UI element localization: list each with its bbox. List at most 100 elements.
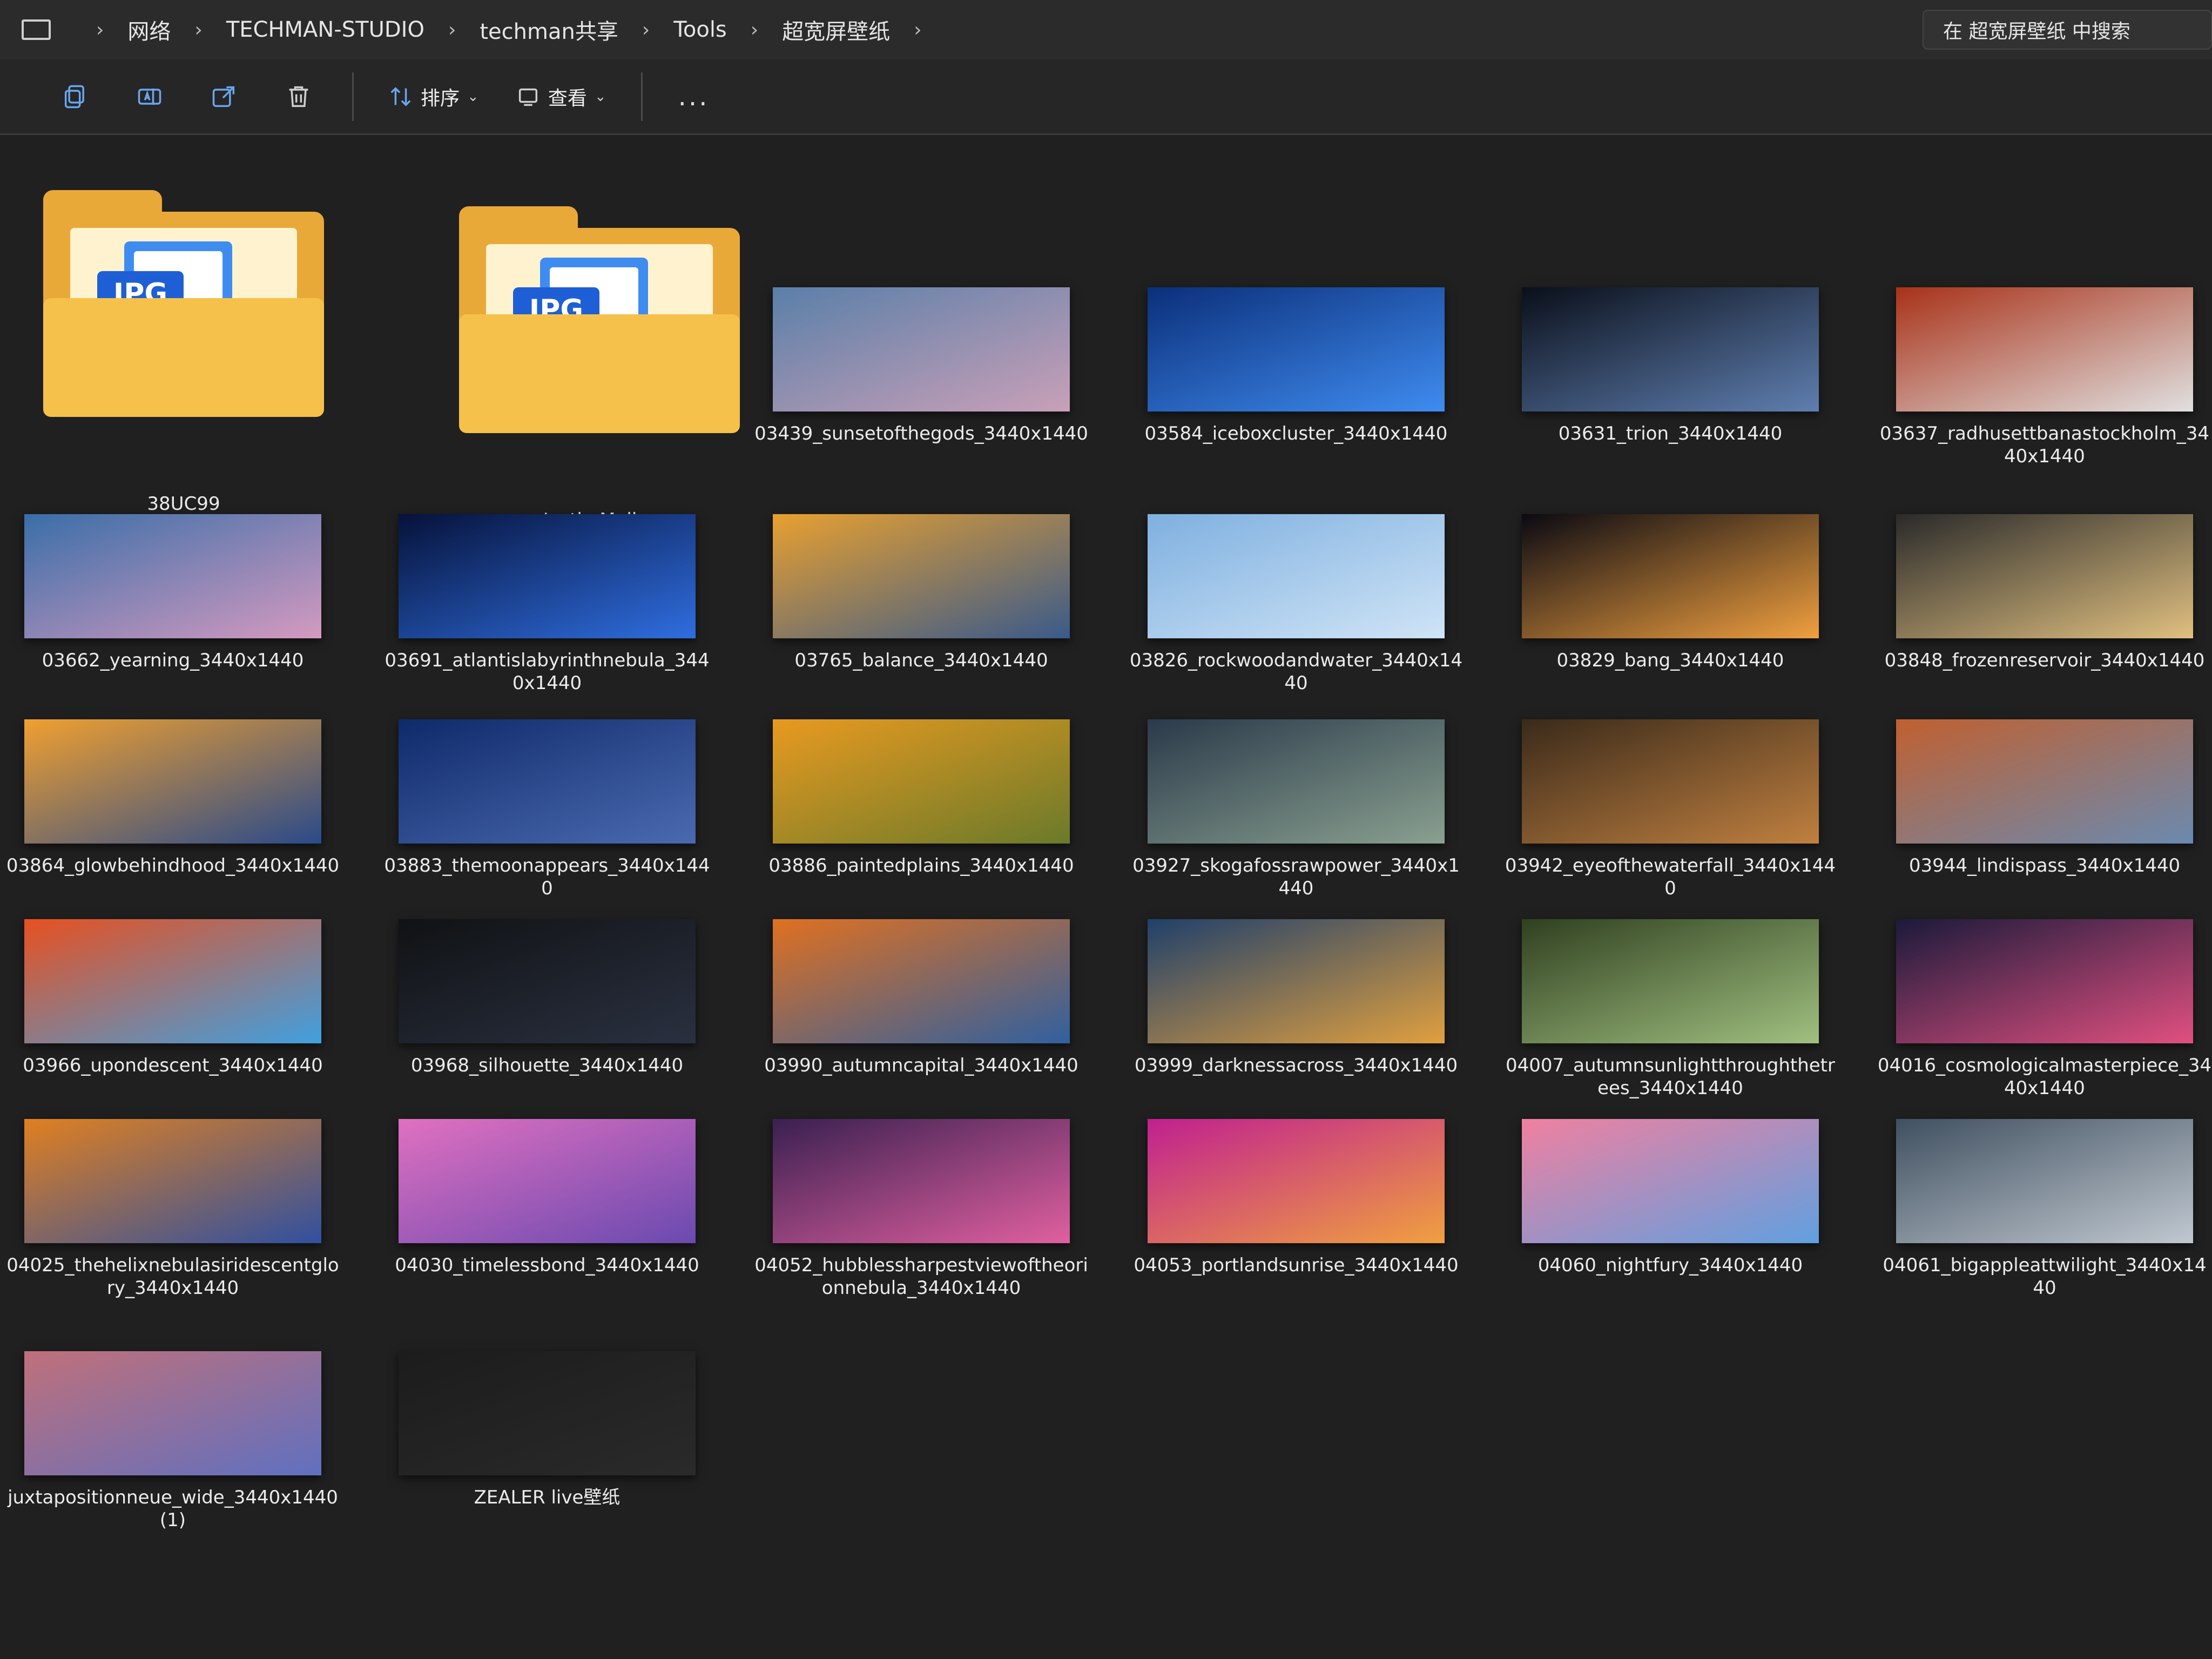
file-name: 03968_silhouette_3440x1440	[410, 1055, 684, 1076]
file-item[interactable]: 03631_trion_3440x1440	[1503, 287, 1838, 493]
file-item[interactable]: 03864_glowbehindhood_3440x1440	[5, 719, 340, 925]
file-name: 04061_bigappleattwilight_3440x1440	[1883, 1255, 2207, 1299]
file-item[interactable]: 04007_autumnsunlightthroughthetrees_3440…	[1503, 919, 1838, 1124]
file-thumbnail	[399, 919, 696, 1043]
file-name: 04030_timelessbond_3440x1440	[395, 1255, 699, 1276]
file-name: 04053_portlandsunrise_3440x1440	[1134, 1255, 1459, 1276]
search-input[interactable]: 在 超宽屏壁纸 中搜索	[1923, 10, 2212, 50]
breadcrumb-server[interactable]: TECHMAN-STUDIO	[226, 17, 424, 42]
file-name: 03848_frozenreservoir_3440x1440	[1884, 650, 2205, 671]
file-item[interactable]: 04060_nightfury_3440x1440	[1503, 1119, 1838, 1324]
view-label: 查看	[548, 87, 587, 110]
file-item[interactable]: 03765_balance_3440x1440	[754, 514, 1089, 719]
file-name: 03439_sunsetofthegods_3440x1440	[754, 423, 1088, 444]
file-name: 03631_trion_3440x1440	[1558, 423, 1783, 444]
file-item[interactable]: juxtapositionneue_wide_3440x1440 (1)	[5, 1351, 340, 1556]
file-name: 03584_iceboxcluster_3440x1440	[1144, 423, 1448, 444]
breadcrumb-tools[interactable]: Tools	[673, 17, 727, 42]
share-icon[interactable]	[208, 81, 240, 112]
file-item[interactable]: 03886_paintedplains_3440x1440	[754, 719, 1089, 925]
file-item[interactable]: 04061_bigappleattwilight_3440x1440	[1877, 1119, 2212, 1324]
file-name: 03864_glowbehindhood_3440x1440	[6, 855, 340, 876]
chevron-down-icon: ⌄	[594, 88, 606, 105]
file-item[interactable]: 04025_thehelixnebulasiridescentglory_344…	[5, 1119, 340, 1324]
file-item[interactable]: 04016_cosmologicalmasterpiece_3440x1440	[1877, 919, 2212, 1124]
file-thumbnail	[773, 287, 1070, 412]
file-thumbnail	[1896, 287, 2193, 412]
file-name: 03637_radhusettbanastockholm_3440x1440	[1879, 423, 2210, 467]
file-thumbnail	[24, 719, 321, 844]
file-name: juxtapositionneue_wide_3440x1440 (1)	[8, 1487, 338, 1531]
file-item[interactable]: 03662_yearning_3440x1440	[5, 514, 340, 719]
file-thumbnail	[773, 719, 1070, 844]
chevron-down-icon: ⌄	[467, 88, 479, 105]
file-grid: JPG 38UC99 JPG Justin Maller 03439_sunse…	[0, 136, 2212, 1659]
folder-item[interactable]: JPG Justin Maller	[432, 174, 767, 552]
file-item[interactable]: 04030_timelessbond_3440x1440	[380, 1119, 714, 1324]
folder-icon: JPG	[43, 190, 324, 417]
file-item[interactable]: 03826_rockwoodandwater_3440x1440	[1129, 514, 1464, 719]
breadcrumb-current-folder[interactable]: 超宽屏壁纸	[782, 14, 890, 45]
file-item[interactable]: 03883_themoonappears_3440x1440	[380, 719, 714, 925]
file-thumbnail	[1522, 919, 1819, 1043]
file-item[interactable]: 03691_atlantislabyrinthnebula_3440x1440	[380, 514, 714, 719]
delete-icon[interactable]	[283, 81, 314, 112]
file-item[interactable]: 04052_hubblessharpestviewoftheorionnebul…	[754, 1119, 1089, 1324]
file-thumbnail	[1896, 919, 2193, 1043]
copy-icon[interactable]	[59, 81, 91, 112]
file-item[interactable]: 03637_radhusettbanastockholm_3440x1440	[1877, 287, 2212, 493]
file-item[interactable]: 03999_darknessacross_3440x1440	[1129, 919, 1464, 1124]
file-thumbnail	[399, 514, 696, 638]
breadcrumb-network[interactable]: 网络	[127, 14, 171, 45]
file-name: 03886_paintedplains_3440x1440	[768, 855, 1074, 876]
breadcrumb-share[interactable]: techman共享	[480, 14, 618, 45]
file-item[interactable]: 03584_iceboxcluster_3440x1440	[1129, 287, 1464, 493]
file-thumbnail	[24, 919, 321, 1043]
file-item[interactable]: 03927_skogafossrawpower_3440x1440	[1129, 719, 1464, 925]
chevron-right-icon: ›	[194, 18, 203, 41]
file-thumbnail	[1896, 719, 2193, 844]
search-placeholder: 在 超宽屏壁纸 中搜索	[1943, 21, 2130, 43]
file-name: 03999_darknessacross_3440x1440	[1134, 1055, 1458, 1076]
file-item[interactable]: 03848_frozenreservoir_3440x1440	[1877, 514, 2212, 719]
sort-button[interactable]: 排序 ⌄	[388, 83, 479, 111]
command-bar: 排序 ⌄ 查看 ⌄ ...	[0, 59, 2212, 135]
file-thumbnail	[1148, 287, 1445, 412]
file-thumbnail	[24, 1351, 321, 1475]
file-item[interactable]: 03439_sunsetofthegods_3440x1440	[754, 287, 1089, 493]
file-name: 03829_bang_3440x1440	[1556, 650, 1784, 671]
file-item[interactable]: 04053_portlandsunrise_3440x1440	[1129, 1119, 1464, 1324]
file-name: 03944_lindispass_3440x1440	[1908, 855, 2181, 876]
file-name: 03942_eyeofthewaterfall_3440x1440	[1505, 855, 1836, 899]
view-button[interactable]: 查看 ⌄	[516, 83, 606, 111]
file-item[interactable]: 03990_autumncapital_3440x1440	[754, 919, 1089, 1124]
file-thumbnail	[24, 1119, 321, 1243]
file-name: 04052_hubblessharpestviewoftheorionnebul…	[754, 1255, 1088, 1299]
folder-item[interactable]: JPG 38UC99	[16, 158, 351, 536]
file-thumbnail	[399, 719, 696, 844]
file-item[interactable]: 03829_bang_3440x1440	[1503, 514, 1838, 719]
file-thumbnail	[773, 1119, 1070, 1243]
file-item[interactable]: 03966_upondescent_3440x1440	[5, 919, 340, 1124]
file-name: 03691_atlantislabyrinthnebula_3440x1440	[385, 650, 710, 694]
rename-icon[interactable]	[134, 81, 165, 112]
computer-icon[interactable]	[22, 19, 51, 40]
file-item[interactable]: ZEALER live壁纸	[380, 1351, 714, 1556]
file-thumbnail	[1896, 514, 2193, 638]
file-name: 03826_rockwoodandwater_3440x1440	[1129, 650, 1463, 694]
file-thumbnail	[1148, 719, 1445, 844]
chevron-right-icon: ›	[642, 18, 650, 41]
file-item[interactable]: 03942_eyeofthewaterfall_3440x1440	[1503, 719, 1838, 925]
breadcrumb[interactable]: › 网络 › TECHMAN-STUDIO › techman共享 › Tool…	[0, 0, 1906, 59]
file-name: 03966_upondescent_3440x1440	[23, 1055, 323, 1076]
toolbar-divider	[352, 72, 354, 121]
more-options-icon[interactable]: ...	[678, 82, 710, 112]
file-thumbnail	[773, 919, 1070, 1043]
file-item[interactable]: 03944_lindispass_3440x1440	[1877, 719, 2212, 925]
address-bar: › 网络 › TECHMAN-STUDIO › techman共享 › Tool…	[0, 0, 2212, 60]
file-item[interactable]: 03968_silhouette_3440x1440	[380, 919, 714, 1124]
chevron-right-icon[interactable]: ›	[914, 19, 921, 41]
file-thumbnail	[1896, 1119, 2193, 1243]
file-name: 03927_skogafossrawpower_3440x1440	[1132, 855, 1460, 899]
file-name: 03662_yearning_3440x1440	[42, 650, 304, 671]
